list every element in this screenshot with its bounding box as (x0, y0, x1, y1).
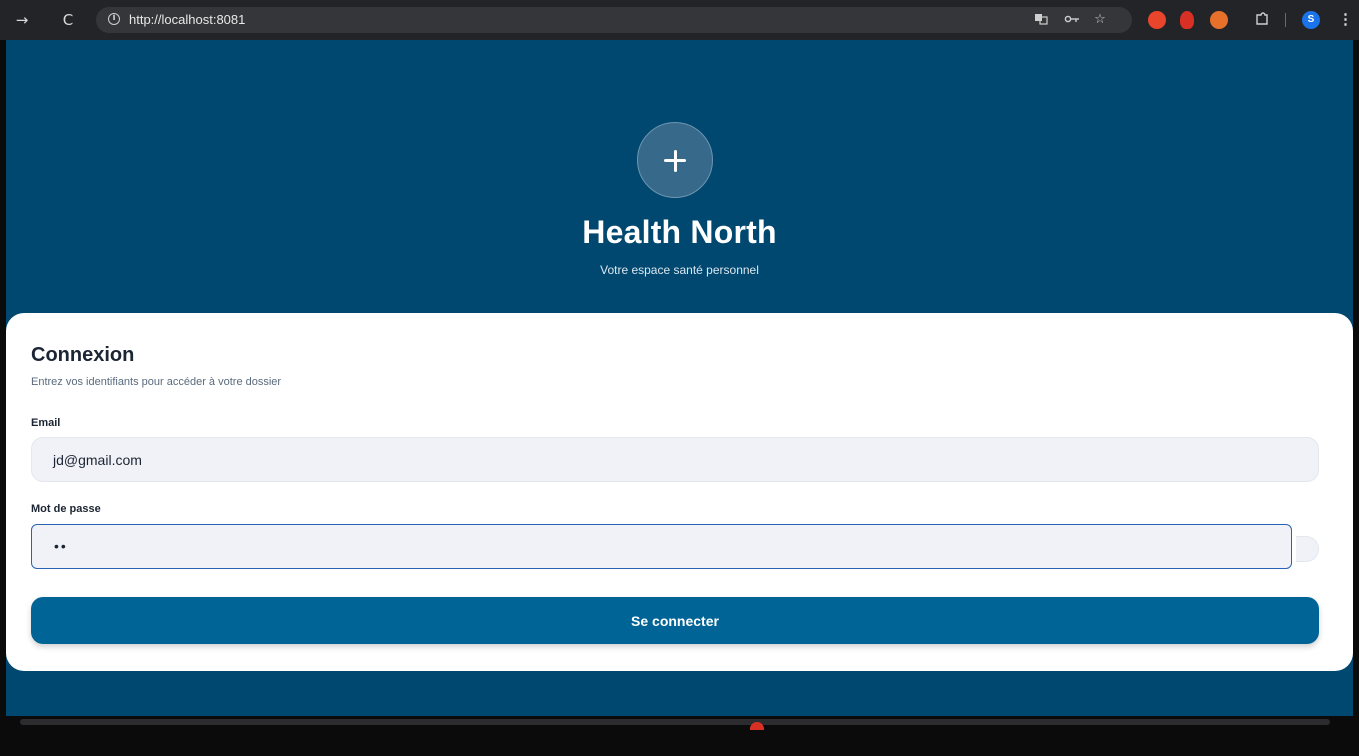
password-field[interactable]: •• (31, 524, 1292, 569)
taskbar-strip (20, 719, 1330, 725)
taskbar-app-icon[interactable] (750, 722, 764, 730)
show-password-toggle[interactable] (1296, 536, 1319, 562)
password-value: •• (54, 538, 68, 554)
profile-avatar[interactable]: S (1302, 11, 1320, 29)
login-card: Connexion Entrez vos identifiants pour a… (6, 313, 1353, 671)
email-field[interactable]: jd@gmail.com (31, 437, 1319, 482)
address-bar[interactable]: i http://localhost:8081 ☆ (96, 7, 1132, 33)
plus-icon (637, 122, 713, 198)
brand-subtitle: Votre espace santé personnel (600, 263, 759, 277)
forward-button[interactable]: → (12, 10, 32, 30)
password-label: Mot de passe (31, 503, 101, 515)
login-title: Connexion (31, 344, 135, 366)
login-description: Entrez vos identifiants pour accéder à v… (31, 376, 282, 388)
info-icon[interactable]: i (108, 13, 120, 25)
toolbar-divider (1285, 13, 1286, 27)
key-icon[interactable] (1064, 12, 1080, 28)
translate-icon[interactable] (1033, 12, 1049, 28)
extension-icon-2[interactable] (1180, 11, 1194, 29)
brand-title: Health North (582, 214, 777, 250)
puzzle-icon[interactable] (1254, 11, 1270, 27)
taskbar (0, 716, 1359, 756)
login-page: Health North Votre espace santé personne… (6, 40, 1353, 716)
login-button[interactable]: Se connecter (31, 597, 1319, 644)
reload-icon: C (62, 11, 74, 29)
email-label: Email (31, 417, 61, 429)
menu-icon[interactable]: ⋮ (1338, 10, 1353, 30)
forward-icon: → (15, 11, 29, 29)
browser-toolbar: → C i http://localhost:8081 ☆ S ⋮ (0, 0, 1359, 40)
extension-icon-3[interactable] (1210, 11, 1228, 29)
reload-button[interactable]: C (58, 10, 78, 30)
extension-icon-1[interactable] (1148, 11, 1166, 29)
url-text[interactable]: http://localhost:8081 (129, 12, 245, 28)
star-icon[interactable]: ☆ (1092, 12, 1108, 28)
email-value: jd@gmail.com (53, 452, 142, 468)
